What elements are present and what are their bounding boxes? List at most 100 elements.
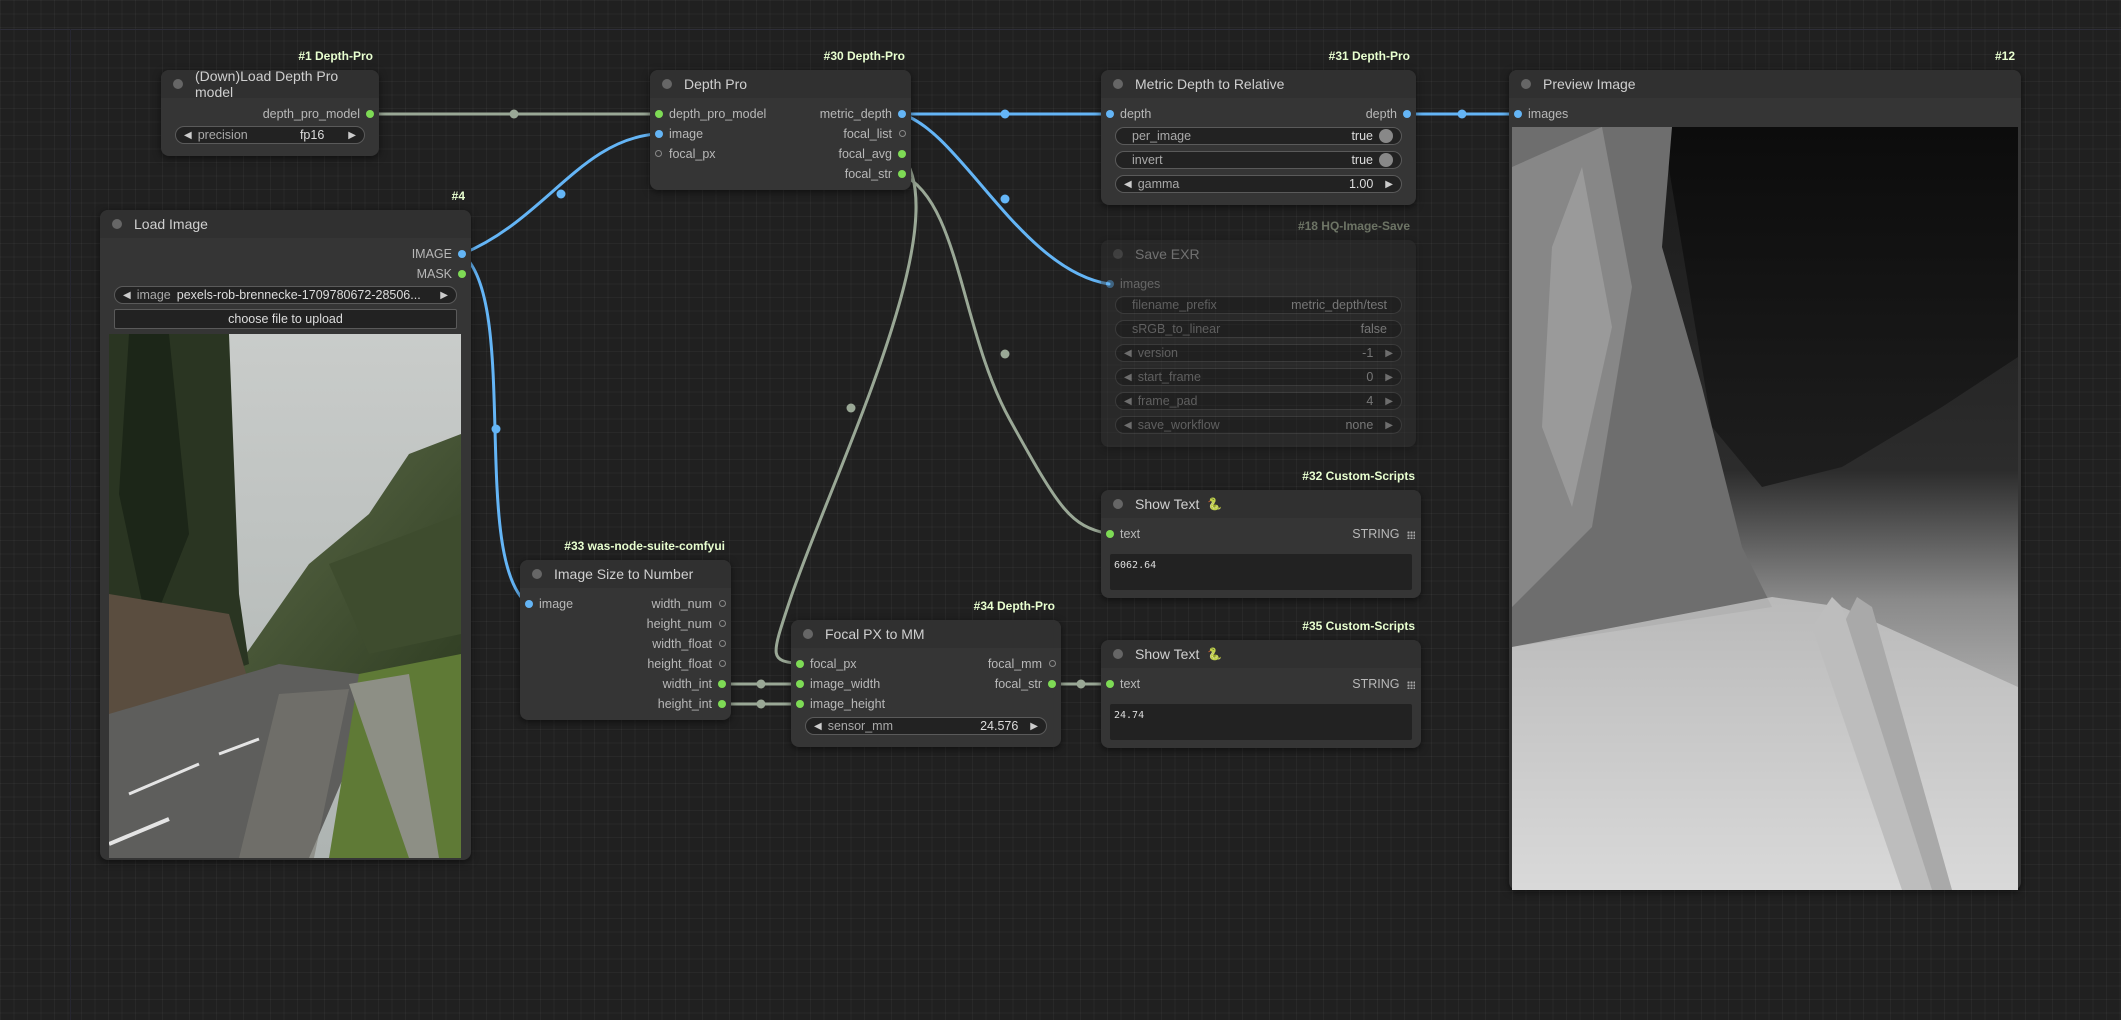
arrow-right-icon[interactable]: ▶ <box>1385 348 1393 359</box>
input-slot-dot[interactable] <box>1106 110 1114 118</box>
arrow-right-icon[interactable]: ▶ <box>348 130 356 141</box>
input-slot-dot[interactable] <box>655 130 663 138</box>
input-image-width[interactable]: image_width <box>791 676 880 692</box>
node-metric-depth-to-relative[interactable]: #31 Depth-Pro Metric Depth to Relative d… <box>1101 49 1416 205</box>
image-file-combo[interactable]: ◀ image pexels-rob-brennecke-1709780672-… <box>114 286 457 304</box>
collapse-dot-icon[interactable] <box>803 629 813 639</box>
input-text[interactable]: text <box>1101 526 1140 542</box>
output-slot-dot[interactable] <box>366 110 374 118</box>
arrow-left-icon[interactable]: ◀ <box>123 290 131 301</box>
srgb-to-linear-toggle[interactable]: sRGB_to_linear false <box>1115 320 1402 338</box>
input-slot-dot[interactable] <box>1106 680 1114 688</box>
node-title-bar[interactable]: Metric Depth to Relative <box>1101 70 1416 98</box>
node-image-size-to-number[interactable]: #33 was-node-suite-comfyui Image Size to… <box>520 539 731 720</box>
output-slot-dot[interactable] <box>458 270 466 278</box>
text-output-box[interactable]: 6062.64 <box>1110 554 1412 590</box>
toggle-knob-icon[interactable] <box>1379 153 1393 167</box>
input-text[interactable]: text <box>1101 676 1140 692</box>
arrow-right-icon[interactable]: ▶ <box>1385 396 1393 407</box>
collapse-dot-icon[interactable] <box>1113 649 1123 659</box>
input-images[interactable]: images <box>1509 106 1568 122</box>
input-images[interactable]: images <box>1101 276 1160 292</box>
output-slot-dot[interactable] <box>899 130 906 137</box>
input-slot-dot[interactable] <box>655 150 662 157</box>
gamma-number[interactable]: ◀ gamma 1.00 ▶ <box>1115 175 1402 193</box>
output-slot-dot[interactable] <box>1403 110 1411 118</box>
arrow-right-icon[interactable]: ▶ <box>440 290 448 301</box>
start-frame-number[interactable]: ◀ start_frame 0 ▶ <box>1115 368 1402 386</box>
collapse-dot-icon[interactable] <box>1113 79 1123 89</box>
arrow-left-icon[interactable]: ◀ <box>1124 396 1132 407</box>
collapse-dot-icon[interactable] <box>532 569 542 579</box>
node-title-bar[interactable]: Focal PX to MM <box>791 620 1061 648</box>
node-title-bar[interactable]: Load Image <box>100 210 471 238</box>
output-width-num[interactable]: width_num <box>652 596 731 612</box>
output-depth-pro-model[interactable]: depth_pro_model <box>263 106 379 122</box>
collapse-dot-icon[interactable] <box>1521 79 1531 89</box>
input-depth-pro-model[interactable]: depth_pro_model <box>650 106 766 122</box>
node-title-bar[interactable]: Show Text 🐍 <box>1101 640 1421 668</box>
input-focal-px[interactable]: focal_px <box>650 146 716 162</box>
node-load-image[interactable]: #4 Load Image IMAGE MASK ◀ image pexels-… <box>100 189 471 860</box>
version-number[interactable]: ◀ version -1 ▶ <box>1115 344 1402 362</box>
upload-button[interactable]: choose file to upload <box>114 309 457 329</box>
output-focal-avg[interactable]: focal_avg <box>838 146 911 162</box>
output-focal-mm[interactable]: focal_mm <box>988 656 1061 672</box>
input-depth[interactable]: depth <box>1101 106 1151 122</box>
input-slot-dot[interactable] <box>1106 280 1114 288</box>
arrow-right-icon[interactable]: ▶ <box>1385 372 1393 383</box>
arrow-right-icon[interactable]: ▶ <box>1030 721 1038 732</box>
node-preview-image[interactable]: #12 Preview Image images <box>1509 49 2021 890</box>
node-show-text-35[interactable]: #35 Custom-Scripts Show Text 🐍 text STRI… <box>1101 619 1421 748</box>
input-focal-px[interactable]: focal_px <box>791 656 857 672</box>
text-output-box[interactable]: 24.74 <box>1110 704 1412 740</box>
input-slot-dot[interactable] <box>525 600 533 608</box>
output-mask[interactable]: MASK <box>417 266 471 282</box>
grid-dots-icon[interactable] <box>1407 531 1415 539</box>
node-focal-px-to-mm[interactable]: #34 Depth-Pro Focal PX to MM focal_px im… <box>791 599 1061 747</box>
output-height-float[interactable]: height_float <box>647 656 731 672</box>
node-title-bar[interactable]: Preview Image <box>1509 70 2021 98</box>
arrow-right-icon[interactable]: ▶ <box>1385 420 1393 431</box>
arrow-left-icon[interactable]: ◀ <box>1124 348 1132 359</box>
output-slot-dot[interactable] <box>898 170 906 178</box>
output-depth[interactable]: depth <box>1366 106 1416 122</box>
output-slot-dot[interactable] <box>458 250 466 258</box>
per-image-toggle[interactable]: per_image true <box>1115 127 1402 145</box>
node-save-exr[interactable]: #18 HQ-Image-Save Save EXR images filena… <box>1101 219 1416 447</box>
arrow-left-icon[interactable]: ◀ <box>1124 179 1132 190</box>
output-slot-dot[interactable] <box>898 150 906 158</box>
output-focal-list[interactable]: focal_list <box>843 126 911 142</box>
precision-combo[interactable]: ◀ precision fp16 ▶ <box>175 126 365 144</box>
input-slot-dot[interactable] <box>655 110 663 118</box>
output-slot-dot[interactable] <box>719 620 726 627</box>
output-metric-depth[interactable]: metric_depth <box>820 106 911 122</box>
input-slot-dot[interactable] <box>796 680 804 688</box>
output-slot-dot[interactable] <box>719 640 726 647</box>
output-string[interactable]: STRING <box>1352 526 1415 542</box>
grid-dots-icon[interactable] <box>1407 681 1415 689</box>
collapse-dot-icon[interactable] <box>112 219 122 229</box>
output-slot-dot[interactable] <box>718 680 726 688</box>
collapse-dot-icon[interactable] <box>173 79 183 89</box>
output-width-int[interactable]: width_int <box>663 676 731 692</box>
node-title-bar[interactable]: Show Text 🐍 <box>1101 490 1421 518</box>
input-slot-dot[interactable] <box>796 700 804 708</box>
output-slot-dot[interactable] <box>718 700 726 708</box>
node-graph-canvas[interactable]: #1 Depth-Pro (Down)Load Depth Pro model … <box>0 0 2121 1020</box>
output-slot-dot[interactable] <box>898 110 906 118</box>
node-title-bar[interactable]: Image Size to Number <box>520 560 731 588</box>
output-width-float[interactable]: width_float <box>652 636 731 652</box>
output-image[interactable]: IMAGE <box>412 246 471 262</box>
arrow-right-icon[interactable]: ▶ <box>1385 179 1393 190</box>
arrow-left-icon[interactable]: ◀ <box>1124 420 1132 431</box>
node-show-text-32[interactable]: #32 Custom-Scripts Show Text 🐍 text STRI… <box>1101 469 1421 598</box>
output-slot-dot[interactable] <box>1049 660 1056 667</box>
node-depth-pro[interactable]: #30 Depth-Pro Depth Pro depth_pro_model … <box>650 49 911 190</box>
output-height-num[interactable]: height_num <box>647 616 731 632</box>
node-title-bar[interactable]: (Down)Load Depth Pro model <box>161 68 379 100</box>
output-height-int[interactable]: height_int <box>658 696 731 712</box>
input-image[interactable]: image <box>650 126 703 142</box>
output-slot-dot[interactable] <box>1048 680 1056 688</box>
output-string[interactable]: STRING <box>1352 676 1415 692</box>
